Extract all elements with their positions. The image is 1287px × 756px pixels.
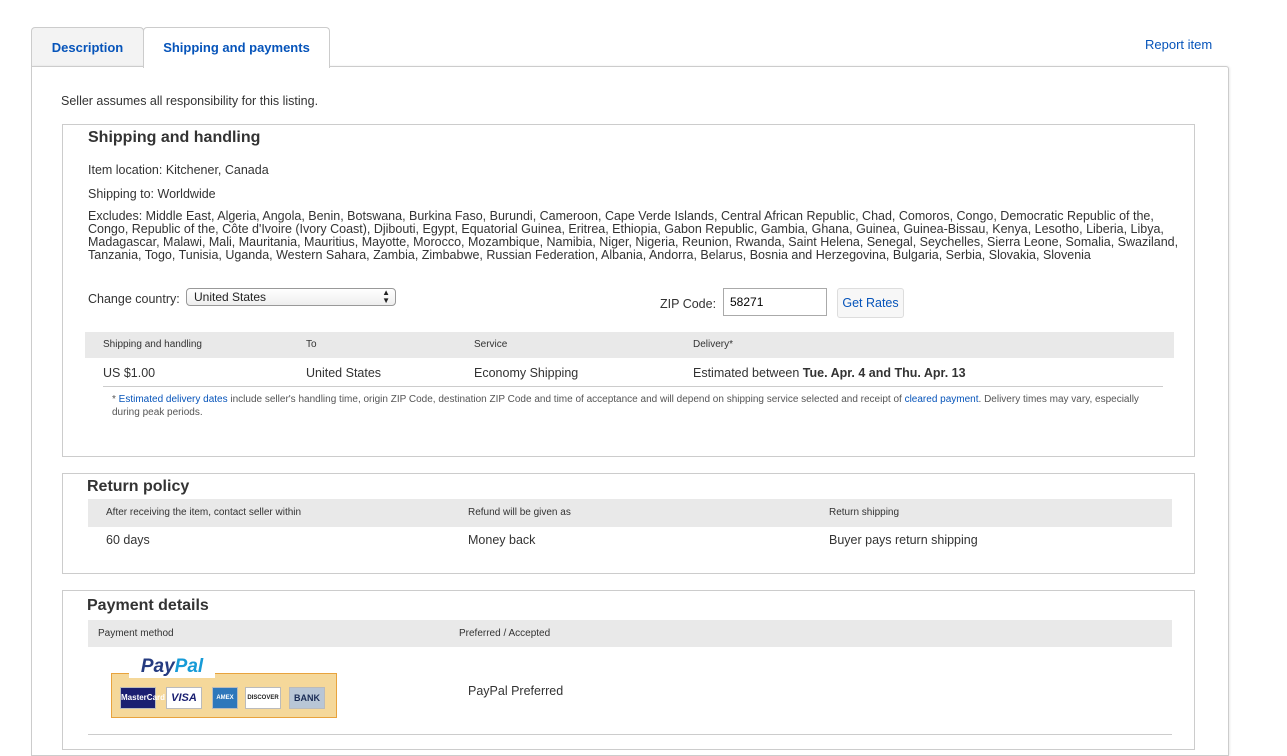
tab-shipping-and-payments[interactable]: Shipping and payments: [143, 27, 330, 68]
excluded-countries: Excludes: Middle East, Algeria, Angola, …: [88, 209, 1179, 262]
paypal-preferred: PayPal Preferred: [468, 684, 564, 698]
shipping-destination: United States: [306, 366, 382, 380]
discover-icon: DISCOVER: [245, 687, 281, 709]
cleared-payment-link[interactable]: cleared payment: [905, 394, 979, 405]
select-arrows-icon: ▲ ▼: [382, 288, 390, 305]
col-to: To: [306, 339, 317, 350]
shipping-table-header: Shipping and handling To Service Deliver…: [85, 332, 1174, 358]
row-divider: [103, 386, 1163, 387]
zip-label: ZIP Code:: [660, 297, 717, 311]
shipping-section: Shipping and handling Item location: Kit…: [62, 124, 1195, 457]
get-rates-button[interactable]: Get Rates: [837, 288, 904, 318]
tab-description[interactable]: Description: [31, 27, 144, 66]
zip-input[interactable]: [723, 288, 827, 316]
table-row: 60 days Money back Buyer pays return shi…: [88, 533, 1172, 549]
col-refund-as: Refund will be given as: [468, 507, 571, 518]
country-select[interactable]: United States ▲ ▼: [186, 288, 396, 306]
paypal-logo: PayPal: [129, 656, 215, 678]
col-service: Service: [474, 339, 508, 350]
col-return-shipping: Return shipping: [829, 507, 900, 518]
seller-note: Seller assumes all responsibility for th…: [61, 94, 319, 108]
row-divider: [88, 734, 1172, 735]
visa-icon: VISA: [166, 687, 202, 709]
col-delivery: Delivery*: [693, 339, 734, 350]
return-policy-title: Return policy: [87, 478, 190, 495]
estimated-delivery-link[interactable]: Estimated delivery dates: [119, 394, 228, 405]
return-table-header: After receiving the item, contact seller…: [88, 499, 1172, 527]
bank-icon: BANK: [289, 687, 325, 709]
payment-title: Payment details: [87, 597, 209, 614]
table-row: US $1.00 United States Economy Shipping …: [85, 366, 1174, 382]
item-location: Item location: Kitchener, Canada: [88, 163, 269, 177]
delivery-footnote: * Estimated delivery dates include selle…: [112, 394, 1139, 418]
col-preferred-accepted: Preferred / Accepted: [459, 628, 551, 639]
refund-type: Money back: [468, 533, 536, 547]
mastercard-icon: MasterCard: [120, 687, 165, 709]
return-shipping-payer: Buyer pays return shipping: [829, 533, 978, 547]
country-selected-value: United States: [194, 290, 267, 304]
shipping-service: Economy Shipping: [474, 366, 579, 380]
shipping-to: Shipping to: Worldwide: [88, 187, 216, 201]
col-shipping-handling: Shipping and handling: [103, 339, 202, 350]
change-country-label: Change country:: [88, 292, 180, 306]
col-payment-method: Payment method: [98, 628, 174, 639]
report-item-link[interactable]: Report item: [1145, 37, 1212, 52]
shipping-title: Shipping and handling: [88, 129, 261, 146]
payment-table-header: Payment method Preferred / Accepted: [88, 620, 1172, 647]
payment-section: Payment details Payment method Preferred…: [62, 590, 1195, 750]
delivery-dates: Tue. Apr. 4 and Thu. Apr. 13: [802, 366, 966, 380]
shipping-price: US $1.00: [103, 366, 156, 380]
amex-icon: AMEX: [212, 687, 238, 709]
return-period: 60 days: [106, 533, 150, 547]
shipping-delivery: Estimated between Tue. Apr. 4 and Thu. A…: [693, 366, 966, 380]
return-policy-section: Return policy After receiving the item, …: [62, 473, 1195, 574]
col-contact-within: After receiving the item, contact seller…: [106, 507, 302, 518]
